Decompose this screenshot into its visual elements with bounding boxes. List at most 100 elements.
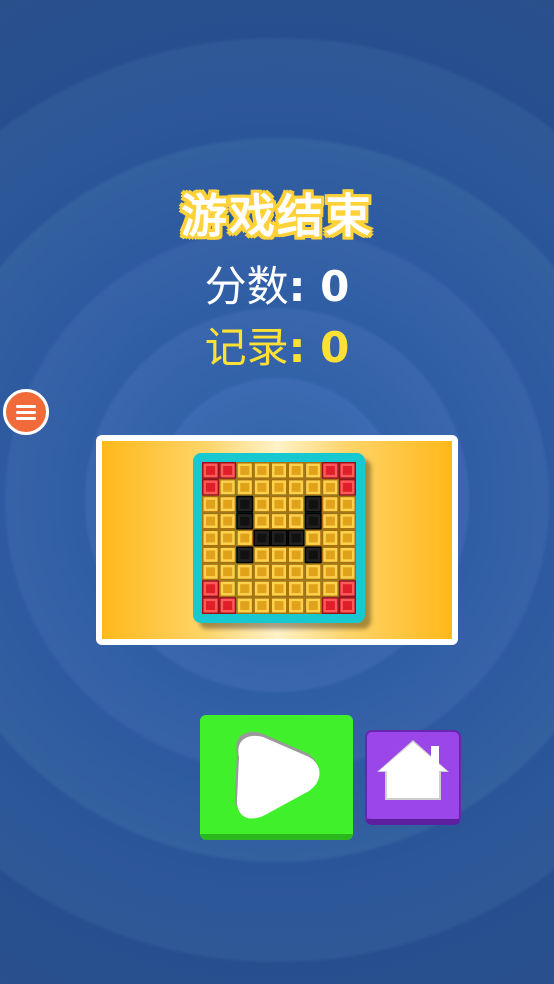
record-label: 记录 xyxy=(204,323,289,372)
grid-block xyxy=(219,597,237,614)
grid-block xyxy=(321,580,339,598)
grid-block xyxy=(202,529,220,547)
hamburger-icon-line xyxy=(16,416,36,420)
sad-face-block-icon xyxy=(193,453,365,623)
grid-block xyxy=(236,580,254,598)
score-label: 分数 xyxy=(204,262,289,311)
grid-block xyxy=(287,563,305,581)
grid-block xyxy=(321,546,339,564)
grid-block xyxy=(338,563,356,581)
grid-block xyxy=(321,512,339,530)
score-colon: : xyxy=(288,262,321,311)
record-line: 记录: 0 xyxy=(0,323,554,373)
grid-block xyxy=(304,462,322,479)
grid-block xyxy=(270,546,288,564)
grid-block xyxy=(338,512,356,530)
grid-block xyxy=(338,495,356,513)
grid-block xyxy=(236,563,254,581)
grid-block xyxy=(270,580,288,598)
grid-block xyxy=(304,478,322,496)
grid-block xyxy=(202,563,220,581)
grid-block xyxy=(304,529,322,547)
grid-block xyxy=(202,546,220,564)
home-icon xyxy=(377,740,449,800)
home-button[interactable] xyxy=(365,730,461,825)
score-line: 分数: 0 xyxy=(0,262,554,312)
grid-block xyxy=(338,529,356,547)
grid-block xyxy=(253,563,271,581)
grid-block xyxy=(202,462,220,479)
grid-block xyxy=(304,546,322,564)
grid-block xyxy=(202,597,220,614)
grid-block xyxy=(219,580,237,598)
grid-block xyxy=(253,546,271,564)
grid-block xyxy=(219,478,237,496)
grid-block xyxy=(321,495,339,513)
grid-block xyxy=(253,462,271,479)
grid-block xyxy=(202,512,220,530)
grid-block xyxy=(270,597,288,614)
grid-block xyxy=(338,580,356,598)
grid-block xyxy=(321,462,339,479)
result-preview-card xyxy=(96,435,458,645)
grid-block xyxy=(287,529,305,547)
hamburger-icon-line xyxy=(16,404,36,408)
grid-block xyxy=(287,512,305,530)
grid-block xyxy=(253,597,271,614)
grid-block xyxy=(236,546,254,564)
grid-block xyxy=(304,597,322,614)
play-button[interactable] xyxy=(200,715,353,840)
block-grid xyxy=(202,462,356,614)
grid-block xyxy=(321,529,339,547)
grid-block xyxy=(287,495,305,513)
grid-block xyxy=(338,597,356,614)
play-icon xyxy=(235,731,320,819)
grid-block xyxy=(304,512,322,530)
grid-block xyxy=(236,462,254,479)
grid-block xyxy=(304,495,322,513)
grid-block xyxy=(236,512,254,530)
hamburger-icon-line xyxy=(16,410,36,414)
grid-block xyxy=(321,478,339,496)
grid-block xyxy=(219,563,237,581)
grid-block xyxy=(253,478,271,496)
grid-block xyxy=(287,478,305,496)
grid-block xyxy=(236,478,254,496)
grid-block xyxy=(338,546,356,564)
grid-block xyxy=(202,580,220,598)
grid-block xyxy=(236,529,254,547)
grid-block xyxy=(270,563,288,581)
grid-block xyxy=(219,462,237,479)
grid-block xyxy=(236,495,254,513)
grid-block xyxy=(219,512,237,530)
grid-block xyxy=(270,462,288,479)
grid-block xyxy=(202,478,220,496)
grid-block xyxy=(287,462,305,479)
score-value: 0 xyxy=(320,262,350,311)
game-over-title: 游戏结束 xyxy=(180,188,373,245)
grid-block xyxy=(219,529,237,547)
grid-block xyxy=(219,495,237,513)
grid-block xyxy=(202,495,220,513)
grid-block xyxy=(253,529,271,547)
grid-block xyxy=(321,563,339,581)
grid-block xyxy=(219,546,237,564)
grid-block xyxy=(270,495,288,513)
grid-block xyxy=(338,478,356,496)
record-value: 0 xyxy=(320,323,350,372)
grid-block xyxy=(270,478,288,496)
grid-block xyxy=(304,563,322,581)
grid-block xyxy=(287,597,305,614)
grid-block xyxy=(253,512,271,530)
preview-background xyxy=(102,441,452,639)
grid-block xyxy=(270,529,288,547)
grid-block xyxy=(270,512,288,530)
grid-block xyxy=(304,580,322,598)
grid-block xyxy=(253,495,271,513)
grid-block xyxy=(287,546,305,564)
grid-block xyxy=(338,462,356,479)
menu-button[interactable] xyxy=(3,389,49,435)
grid-block xyxy=(321,597,339,614)
grid-block xyxy=(236,597,254,614)
grid-block xyxy=(287,580,305,598)
